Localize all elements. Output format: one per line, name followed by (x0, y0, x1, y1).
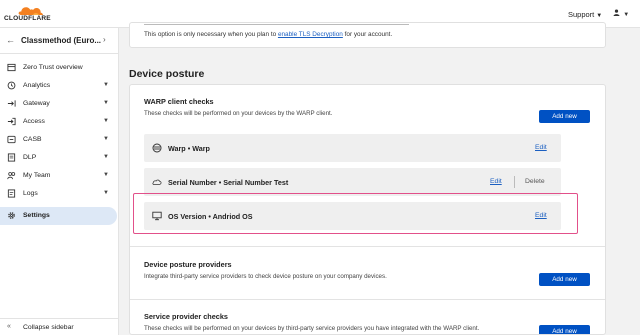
gateway-icon (7, 100, 16, 107)
support-label: Support (568, 10, 595, 19)
service-checks-desc: These checks will be performed on your d… (144, 325, 480, 332)
caret-down-icon: ▼ (103, 154, 109, 160)
sidebar-item-dlp[interactable]: DLP ▼ (0, 149, 119, 167)
caret-down-icon: ▼ (103, 136, 109, 142)
posture-providers-title: Device posture providers (144, 260, 232, 269)
annotation-highlight-box (133, 193, 578, 234)
back-arrow-icon[interactable]: ← (6, 35, 15, 45)
caret-down-icon: ▼ (103, 82, 109, 88)
sidebar-item-casb[interactable]: CASB ▼ (0, 131, 119, 149)
separator (514, 176, 515, 188)
add-service-check-button[interactable]: Add new (539, 325, 590, 334)
check-name: Warp • Warp (168, 144, 210, 153)
check-name: Serial Number • Serial Number Test (168, 178, 289, 187)
sidebar-item-analytics[interactable]: Analytics ▼ (0, 77, 119, 95)
user-menu[interactable]: ▼ (613, 9, 629, 18)
add-provider-button[interactable]: Add new (539, 273, 590, 286)
check-row-warp: Warp • Warp Edit (144, 134, 561, 162)
warp-icon (152, 143, 162, 153)
dlp-icon (7, 153, 16, 162)
clipped-text-line (144, 24, 409, 25)
gear-icon (8, 212, 15, 219)
service-checks-title: Service provider checks (144, 312, 228, 321)
support-menu[interactable]: Support ▼ (568, 10, 602, 19)
section-title: Device posture (129, 68, 205, 80)
sidebar-item-label: Settings (23, 212, 50, 219)
serial-icon (152, 179, 162, 185)
sidebar-item-label: CASB (23, 136, 42, 143)
add-warp-check-button[interactable]: Add new (539, 110, 590, 123)
main-content: This option is only necessary when you p… (120, 22, 640, 335)
double-chevron-left-icon: « (7, 323, 11, 330)
caret-down-icon: ▼ (103, 100, 109, 106)
divider (130, 299, 605, 300)
user-icon (613, 9, 622, 18)
account-switcher[interactable]: ← Classmethod (Euro... › (0, 28, 119, 54)
edit-link[interactable]: Edit (490, 178, 502, 185)
sidebar-item-my-team[interactable]: My Team ▼ (0, 167, 119, 185)
team-icon (7, 172, 16, 180)
cloud-logo-icon (18, 7, 43, 15)
sidebar-item-label: Gateway (23, 100, 50, 107)
delete-button[interactable]: Delete (525, 178, 545, 185)
collapse-sidebar-label: Collapse sidebar (23, 324, 74, 331)
account-name: Classmethod (Euro... (21, 36, 102, 45)
tls-note: This option is only necessary when you p… (144, 31, 393, 38)
logs-icon (7, 189, 16, 198)
collapse-sidebar-button[interactable]: « Collapse sidebar (0, 318, 119, 335)
logo-wordmark: CLOUDFLARE (4, 15, 51, 22)
sidebar-item-zero-trust-overview[interactable]: Zero Trust overview (0, 59, 119, 77)
sidebar-item-label: DLP (23, 154, 37, 161)
posture-providers-desc: Integrate third-party service providers … (144, 273, 387, 280)
sidebar-item-access[interactable]: Access ▼ (0, 113, 119, 131)
warp-checks-desc: These checks will be performed on your d… (144, 110, 333, 117)
sidebar-item-gateway[interactable]: Gateway ▼ (0, 95, 119, 113)
sidebar-item-logs[interactable]: Logs ▼ (0, 185, 119, 203)
sidebar-item-label: Analytics (23, 82, 51, 89)
caret-down-icon: ▼ (623, 12, 630, 18)
caret-down-icon: ▼ (103, 190, 109, 196)
sidebar-item-settings[interactable]: Settings (0, 207, 117, 225)
warp-checks-title: WARP client checks (144, 97, 214, 106)
caret-down-icon: ▼ (596, 13, 603, 19)
sidebar-item-label: Logs (23, 190, 38, 197)
divider (130, 246, 605, 247)
check-row-serial-number: Serial Number • Serial Number Test Edit … (144, 168, 561, 196)
edit-link[interactable]: Edit (535, 144, 547, 151)
sidebar: ← Classmethod (Euro... › Zero Trust over… (0, 28, 119, 335)
chevron-right-icon: › (103, 35, 106, 44)
sidebar-item-label: Zero Trust overview (23, 64, 83, 71)
clock-icon (7, 81, 16, 90)
access-icon (7, 117, 16, 126)
enable-tls-decryption-link[interactable]: enable TLS Decryption (278, 31, 343, 38)
caret-down-icon: ▼ (103, 118, 109, 124)
cloudflare-logo[interactable]: CLOUDFLARE (4, 6, 58, 22)
sidebar-item-label: Access (23, 118, 45, 125)
tls-decryption-card: This option is only necessary when you p… (129, 22, 606, 48)
home-icon (7, 63, 16, 72)
casb-icon (7, 135, 16, 144)
sidebar-item-label: My Team (23, 172, 51, 179)
caret-down-icon: ▼ (103, 172, 109, 178)
